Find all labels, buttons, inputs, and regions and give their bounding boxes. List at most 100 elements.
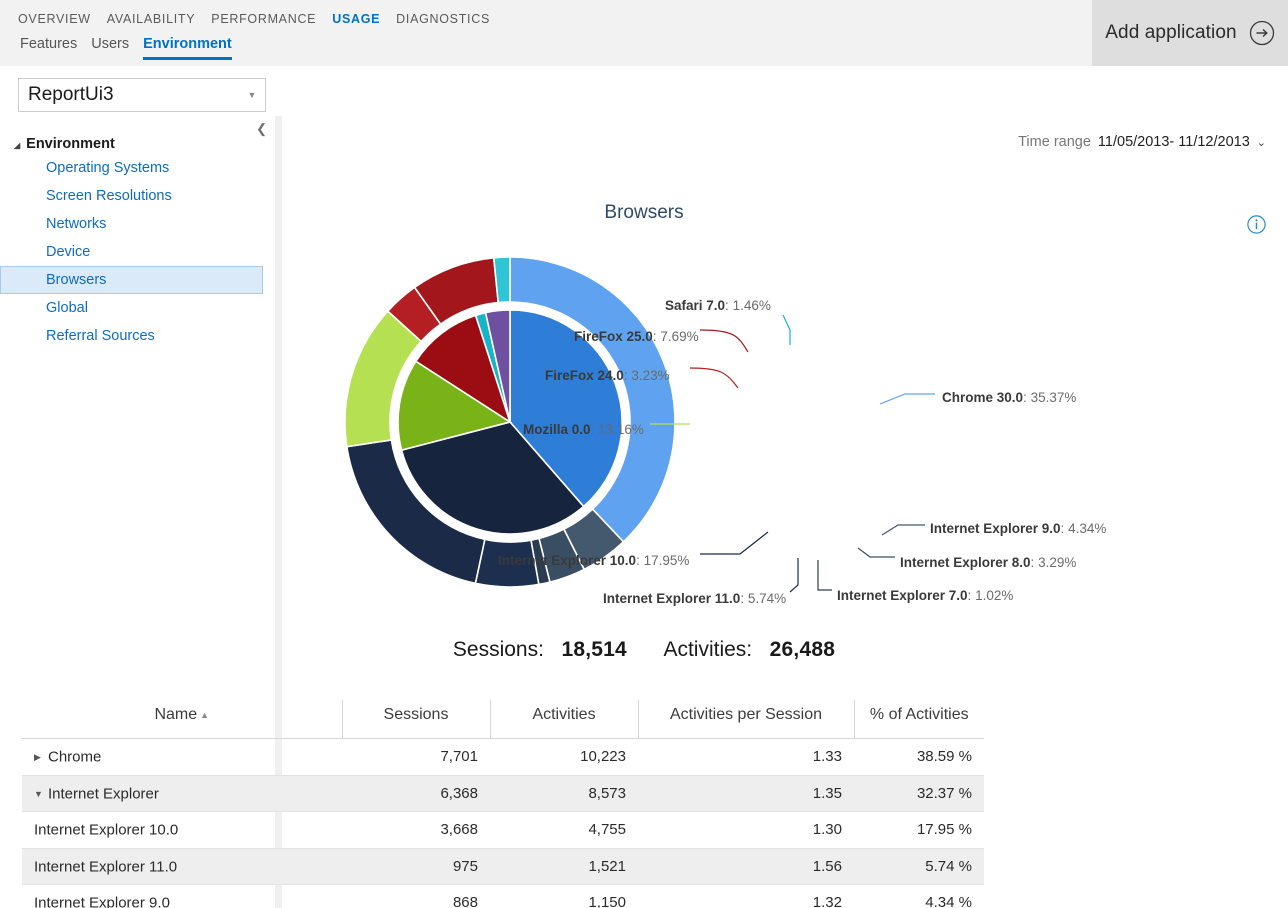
activities-label: Activities: [663, 638, 752, 661]
app-root: OVERVIEWAVAILABILITYPERFORMANCEUSAGEDIAG… [0, 0, 1288, 908]
table-header--of-activities[interactable]: % of Activities [854, 700, 984, 739]
chart-label-internet-explorer-11-0: Internet Explorer 11.0: 5.74% [603, 591, 786, 606]
totals-summary: Sessions: 18,514 Activities: 26,488 [0, 638, 1288, 662]
chart-label-name: Mozilla 0.0 [523, 422, 591, 437]
chart-label-percent: 5.74% [748, 591, 786, 606]
add-application-label: Add application [1105, 22, 1236, 44]
table-cell-pct-activities: 38.59 % [854, 739, 984, 776]
table-cell-sessions: 6,368 [342, 775, 490, 812]
chevron-down-icon: ⌄ [1257, 136, 1266, 149]
chart-title: Browsers [0, 202, 1288, 224]
arrow-right-circle-icon [1249, 20, 1275, 46]
time-range-value: 11/05/2013- 11/12/2013 [1098, 134, 1250, 150]
table-row[interactable]: Internet Explorer 9.0 8681,1501.324.34 % [22, 885, 984, 908]
table-header-label: Activities per Session [670, 706, 822, 723]
table-cell-activities: 4,755 [490, 812, 638, 849]
chart-label-name: Internet Explorer 7.0 [837, 588, 968, 603]
table-cell-pct-activities: 17.95 % [854, 812, 984, 849]
table-header-label: Activities [532, 706, 595, 723]
chart-label-safari-7-0: Safari 7.0: 1.46% [665, 298, 771, 313]
chart-label-internet-explorer-10-0: Internet Explorer 10.0: 17.95% [498, 553, 689, 568]
table-cell-pct-activities: 32.37 % [854, 775, 984, 812]
sub-tab-bar: FeaturesUsersEnvironment [0, 36, 246, 66]
table-cell-activities-per-session: 1.32 [638, 885, 854, 908]
table-row[interactable]: Internet Explorer 11.0 9751,5211.565.74 % [22, 848, 984, 885]
chart-label-chrome-30-0: Chrome 30.0: 35.37% [942, 390, 1076, 405]
table-cell-activities-per-session: 1.30 [638, 812, 854, 849]
chart-label-percent: 3.23% [631, 368, 669, 383]
chart-label-name: FireFox 25.0 [574, 329, 653, 344]
table-cell-name: Internet Explorer 10.0 [22, 812, 342, 849]
tree-root-label: Environment [26, 136, 115, 152]
table-header-row: Name▲SessionsActivitiesActivities per Se… [22, 700, 984, 739]
sidebar-item-operating-systems[interactable]: Operating Systems [12, 154, 267, 182]
table-cell-activities-per-session: 1.35 [638, 775, 854, 812]
sessions-label: Sessions: [453, 638, 544, 661]
table-row[interactable]: Internet Explorer 10.03,6684,7551.3017.9… [22, 812, 984, 849]
row-name-label: Internet Explorer 11.0 [34, 858, 177, 875]
table-row[interactable]: ▶Chrome7,70110,2231.3338.59 % [22, 739, 984, 776]
browsers-sunburst-chart: Safari 7.0: 1.46%FireFox 25.0: 7.69%Fire… [160, 222, 860, 622]
collapse-row-icon[interactable]: ▼ [34, 789, 48, 799]
table-header-sessions[interactable]: Sessions [342, 700, 490, 739]
table-row[interactable]: ▼Internet Explorer6,3688,5731.3532.37 % [22, 775, 984, 812]
table-header-name[interactable]: Name▲ [22, 700, 342, 739]
table-cell-sessions: 7,701 [342, 739, 490, 776]
table-cell-activities: 1,150 [490, 885, 638, 908]
chart-label-name: Internet Explorer 8.0 [900, 555, 1031, 570]
sub-tab-features[interactable]: Features [20, 36, 91, 60]
chart-label-percent: 4.34% [1068, 521, 1106, 536]
table-cell-pct-activities: 4.34 % [854, 885, 984, 908]
table-cell-name: ▼Internet Explorer [22, 775, 342, 812]
chart-label-percent: 3.29% [1038, 555, 1076, 570]
table-cell-activities-per-session: 1.56 [638, 848, 854, 885]
chart-label-firefox-24-0: FireFox 24.0: 3.23% [545, 368, 670, 383]
sub-tab-users[interactable]: Users [91, 36, 143, 60]
chart-label-internet-explorer-7-0: Internet Explorer 7.0: 1.02% [837, 588, 1013, 603]
row-name-label: Internet Explorer 9.0 [34, 895, 170, 908]
triangle-down-icon: ◢ [14, 141, 20, 150]
browsers-table: Name▲SessionsActivitiesActivities per Se… [22, 700, 984, 908]
chart-label-percent: 35.37% [1031, 390, 1077, 405]
table-cell-sessions: 3,668 [342, 812, 490, 849]
table-body: ▶Chrome7,70110,2231.3338.59 %▼Internet E… [22, 739, 984, 908]
table-header-activities-per-session[interactable]: Activities per Session [638, 700, 854, 739]
main-tab-overview[interactable]: OVERVIEW [18, 2, 107, 32]
sub-tab-environment[interactable]: Environment [143, 36, 246, 60]
browsers-table-wrapper: Name▲SessionsActivitiesActivities per Se… [22, 700, 984, 908]
table-cell-name: Internet Explorer 9.0 [22, 885, 342, 908]
table-cell-activities: 10,223 [490, 739, 638, 776]
chart-label-name: Internet Explorer 11.0 [603, 591, 740, 606]
table-header-label: % of Activities [870, 706, 969, 723]
caret-up-icon: ▲ [200, 710, 209, 720]
table-cell-sessions: 975 [342, 848, 490, 885]
table-header-activities[interactable]: Activities [490, 700, 638, 739]
table-cell-activities-per-session: 1.33 [638, 739, 854, 776]
add-application-button[interactable]: Add application [1092, 0, 1288, 66]
main-tab-performance[interactable]: PERFORMANCE [211, 2, 332, 32]
chart-label-name: Chrome 30.0 [942, 390, 1023, 405]
table-header-label: Name [154, 706, 197, 723]
table-cell-name: ▶Chrome [22, 739, 342, 776]
main-tab-availability[interactable]: AVAILABILITY [107, 2, 212, 32]
chart-label-percent: 7.69% [660, 329, 698, 344]
table-cell-activities: 8,573 [490, 775, 638, 812]
table-cell-name: Internet Explorer 11.0 [22, 848, 342, 885]
chart-label-percent: 1.02% [975, 588, 1013, 603]
main-tab-diagnostics[interactable]: DIAGNOSTICS [396, 2, 506, 32]
table-cell-pct-activities: 5.74 % [854, 848, 984, 885]
row-name-label: Chrome [48, 749, 101, 766]
application-selector-value: ReportUi3 [19, 84, 239, 106]
application-selector[interactable]: ReportUi3 ▼ [18, 78, 266, 112]
time-range-selector[interactable]: Time range 11/05/2013- 11/12/2013 ⌄ [1018, 134, 1266, 150]
main-tab-bar: OVERVIEWAVAILABILITYPERFORMANCEUSAGEDIAG… [0, 0, 506, 34]
tree-root-environment[interactable]: ◢ Environment [12, 134, 267, 154]
chart-label-percent: 17.95% [644, 553, 690, 568]
row-name-label: Internet Explorer [48, 785, 159, 802]
main-tab-usage[interactable]: USAGE [332, 2, 396, 32]
chart-label-name: Safari 7.0 [665, 298, 725, 313]
chart-label-percent: 13.16% [598, 422, 644, 437]
table-cell-sessions: 868 [342, 885, 490, 908]
table-cell-activities: 1,521 [490, 848, 638, 885]
expand-row-icon[interactable]: ▶ [34, 752, 48, 763]
